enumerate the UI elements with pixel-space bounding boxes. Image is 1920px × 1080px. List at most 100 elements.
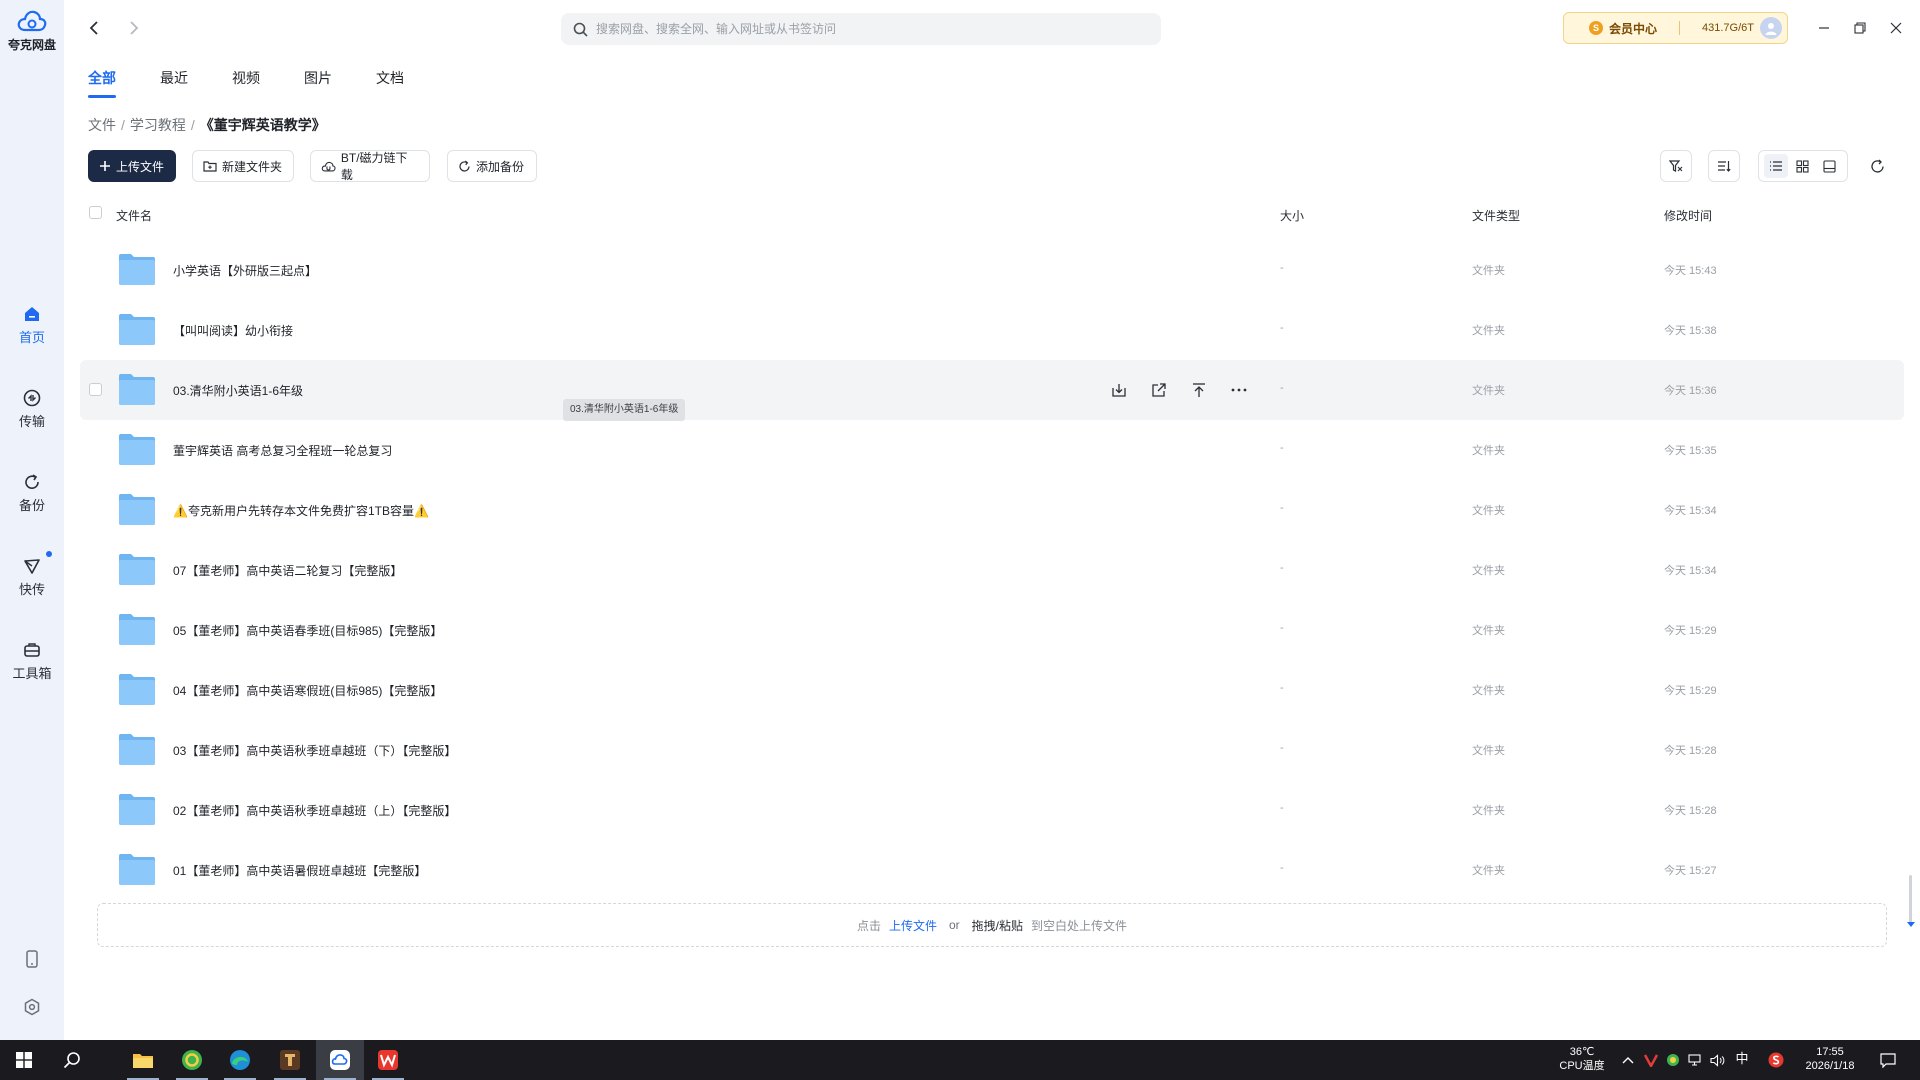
close-button[interactable] bbox=[1882, 14, 1910, 42]
search-input[interactable] bbox=[596, 22, 1136, 36]
tray-overflow-button[interactable] bbox=[1620, 1052, 1636, 1068]
file-name[interactable]: 小学英语【外研版三起点】 bbox=[173, 262, 317, 279]
vip-center-button[interactable]: S 会员中心 431.7G/6T bbox=[1563, 12, 1788, 44]
clock[interactable]: 17:55 2026/1/18 bbox=[1794, 1045, 1866, 1073]
tab-all[interactable]: 全部 bbox=[88, 68, 116, 98]
taskbar-game-app[interactable] bbox=[266, 1040, 314, 1080]
file-name[interactable]: 03【董老师】高中英语秋季班卓越班（下）【完整版】 bbox=[173, 742, 456, 759]
rail-item-backup[interactable]: 备份 bbox=[0, 473, 64, 514]
rail-item-home[interactable]: 首页 bbox=[0, 305, 64, 346]
grid-view-button[interactable] bbox=[1791, 154, 1815, 178]
tray-sogou[interactable] bbox=[1768, 1052, 1784, 1068]
add-backup-label: 添加备份 bbox=[476, 159, 525, 174]
rail-item-quick-send[interactable]: 快传 bbox=[0, 551, 64, 598]
breadcrumb-item-tutorials[interactable]: 学习教程 bbox=[130, 115, 186, 135]
pin-top-button[interactable] bbox=[1179, 376, 1219, 404]
tab-video[interactable]: 视频 bbox=[232, 68, 260, 98]
upload-drop-zone[interactable]: 点击 上传文件 or 拖拽/粘贴 到空白处上传文件 bbox=[97, 903, 1887, 947]
column-header-size[interactable]: 大小 bbox=[1280, 207, 1304, 224]
windows-logo-icon bbox=[16, 1052, 32, 1068]
taskbar-browser-360[interactable] bbox=[168, 1040, 216, 1080]
table-row[interactable]: 07【董老师】高中英语二轮复习【完整版】 - 文件夹 今天 15:34 bbox=[80, 540, 1904, 600]
column-header-modified[interactable]: 修改时间 bbox=[1664, 207, 1712, 224]
file-name[interactable]: 【叫叫阅读】幼小衔接 bbox=[173, 322, 293, 339]
home-icon bbox=[25, 307, 39, 321]
file-name[interactable]: 02【董老师】高中英语秋季班卓越班（上）【完整版】 bbox=[173, 802, 456, 819]
taskbar-search-button[interactable] bbox=[48, 1040, 96, 1080]
file-name[interactable]: 07【董老师】高中英语二轮复习【完整版】 bbox=[173, 562, 402, 579]
table-row[interactable]: 02【董老师】高中英语秋季班卓越班（上）【完整版】 - 文件夹 今天 15:28 bbox=[80, 780, 1904, 840]
tab-image[interactable]: 图片 bbox=[304, 68, 332, 98]
app-logo[interactable]: 夸克网盘 bbox=[0, 8, 64, 53]
row-checkbox[interactable] bbox=[89, 383, 102, 396]
file-modified: 今天 15:43 bbox=[1664, 265, 1717, 277]
chevron-right-icon bbox=[130, 21, 139, 35]
table-row[interactable]: 董宇辉英语 高考总复习全程班一轮总复习 - 文件夹 今天 15:35 bbox=[80, 420, 1904, 480]
table-row[interactable]: 05【董老师】高中英语春季班(目标985)【完整版】 - 文件夹 今天 15:29 bbox=[80, 600, 1904, 660]
preview-view-button[interactable] bbox=[1818, 154, 1842, 178]
avatar[interactable] bbox=[1760, 17, 1782, 39]
vip-badge-icon: S bbox=[1589, 21, 1603, 35]
table-row[interactable]: 【叫叫阅读】幼小衔接 - 文件夹 今天 15:38 bbox=[80, 300, 1904, 360]
taskbar-quark-drive[interactable] bbox=[316, 1040, 364, 1080]
upload-button[interactable]: 上传文件 bbox=[88, 150, 176, 182]
list-view-icon bbox=[1770, 161, 1783, 171]
table-row[interactable]: ⚠️夸克新用户先转存本文件免费扩容1TB容量⚠️ - 文件夹 今天 15:34 bbox=[80, 480, 1904, 540]
file-name[interactable]: 01【董老师】高中英语暑假班卓越班【完整版】 bbox=[173, 862, 426, 879]
ime-indicator[interactable]: 中 bbox=[1733, 1052, 1751, 1066]
taskbar-wps[interactable] bbox=[364, 1040, 412, 1080]
browser-360-icon bbox=[182, 1050, 202, 1070]
quark-drive-icon bbox=[330, 1050, 350, 1070]
folder-icon bbox=[118, 792, 156, 831]
tray-volume[interactable] bbox=[1709, 1052, 1725, 1068]
share-button[interactable] bbox=[1139, 376, 1179, 404]
breadcrumb-item-files[interactable]: 文件 bbox=[88, 115, 116, 135]
action-center-button[interactable] bbox=[1880, 1052, 1896, 1068]
forward-button[interactable] bbox=[122, 16, 146, 40]
table-row[interactable]: 03.清华附小英语1-6年级 - 文件夹 今天 15:36 bbox=[80, 360, 1904, 420]
back-button[interactable] bbox=[82, 16, 106, 40]
grid-view-icon bbox=[1796, 159, 1810, 173]
rail-item-toolbox[interactable]: 工具箱 bbox=[0, 641, 64, 682]
taskbar-file-explorer[interactable] bbox=[119, 1040, 167, 1080]
list-view-button[interactable] bbox=[1764, 154, 1789, 178]
tray-app-security[interactable] bbox=[1665, 1052, 1681, 1068]
new-folder-button[interactable]: 新建文件夹 bbox=[192, 150, 294, 182]
minimize-button[interactable] bbox=[1810, 14, 1838, 42]
tray-network[interactable] bbox=[1687, 1052, 1703, 1068]
filter-button[interactable] bbox=[1660, 150, 1692, 182]
cpu-temperature-widget[interactable]: 36℃ CPU温度 bbox=[1554, 1045, 1610, 1073]
start-button[interactable] bbox=[0, 1040, 48, 1080]
sort-button[interactable] bbox=[1708, 150, 1740, 182]
taskbar-edge[interactable] bbox=[216, 1040, 264, 1080]
table-row[interactable]: 01【董老师】高中英语暑假班卓越班【完整版】 - 文件夹 今天 15:27 bbox=[80, 840, 1904, 900]
tray-app-v[interactable] bbox=[1643, 1052, 1659, 1068]
table-row[interactable]: 04【董老师】高中英语寒假班(目标985)【完整版】 - 文件夹 今天 15:29 bbox=[80, 660, 1904, 720]
restore-button[interactable] bbox=[1846, 14, 1874, 42]
refresh-button[interactable] bbox=[1866, 155, 1888, 177]
drop-zone-upload-link[interactable]: 上传文件 bbox=[889, 917, 937, 934]
preview-view-icon bbox=[1823, 159, 1836, 173]
file-name[interactable]: 04【董老师】高中英语寒假班(目标985)【完整版】 bbox=[173, 682, 442, 699]
rail-item-transfer[interactable]: 传输 bbox=[0, 389, 64, 430]
phone-button[interactable] bbox=[0, 950, 64, 968]
table-row[interactable]: 03【董老师】高中英语秋季班卓越班（下）【完整版】 - 文件夹 今天 15:28 bbox=[80, 720, 1904, 780]
drop-zone-or: or bbox=[949, 918, 960, 932]
settings-button[interactable] bbox=[0, 998, 64, 1016]
file-name[interactable]: 03.清华附小英语1-6年级 bbox=[173, 382, 303, 399]
column-header-type[interactable]: 文件类型 bbox=[1472, 207, 1520, 224]
tab-document[interactable]: 文档 bbox=[376, 68, 404, 98]
table-row[interactable]: 小学英语【外研版三起点】 - 文件夹 今天 15:43 bbox=[80, 240, 1904, 300]
download-button[interactable] bbox=[1099, 376, 1139, 404]
column-header-name[interactable]: 文件名 bbox=[116, 207, 152, 224]
select-all-checkbox[interactable] bbox=[89, 206, 102, 219]
scrollbar-thumb[interactable] bbox=[1909, 875, 1912, 925]
file-name[interactable]: ⚠️夸克新用户先转存本文件免费扩容1TB容量⚠️ bbox=[173, 502, 429, 519]
search-bar[interactable] bbox=[561, 13, 1161, 45]
tab-recent[interactable]: 最近 bbox=[160, 68, 188, 98]
file-name[interactable]: 05【董老师】高中英语春季班(目标985)【完整版】 bbox=[173, 622, 442, 639]
more-button[interactable] bbox=[1219, 376, 1259, 404]
add-backup-button[interactable]: 添加备份 bbox=[447, 150, 537, 182]
bt-download-button[interactable]: BT/磁力链下载 bbox=[310, 150, 430, 182]
file-name[interactable]: 董宇辉英语 高考总复习全程班一轮总复习 bbox=[173, 442, 392, 459]
